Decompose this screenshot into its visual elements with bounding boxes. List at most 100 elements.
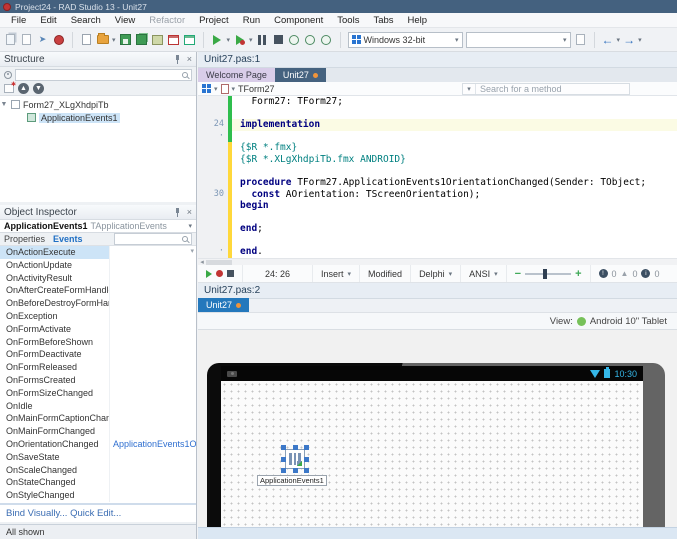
event-row[interactable]: OnBeforeDestroyFormHandle — [0, 297, 196, 310]
inspector-quick-links[interactable]: Bind Visually... Quick Edit... — [0, 503, 196, 522]
event-row[interactable]: OnActivityResult — [0, 272, 196, 285]
event-row[interactable]: OnActionExecute▾ — [0, 246, 196, 259]
zoom-in-button[interactable]: + — [575, 268, 581, 280]
navigate-back-dropdown[interactable]: ▾ — [617, 36, 621, 44]
code-line[interactable]: 24implementation — [198, 119, 677, 131]
tab-events[interactable]: Events — [53, 234, 83, 244]
menu-refactor[interactable]: Refactor — [142, 13, 192, 28]
menu-edit[interactable]: Edit — [33, 13, 63, 28]
run-icon[interactable] — [206, 270, 212, 278]
tab-welcome-page[interactable]: Welcome Page — [198, 68, 275, 82]
event-row[interactable]: OnFormsCreated — [0, 374, 196, 387]
menu-tools[interactable]: Tools — [330, 13, 366, 28]
menu-component[interactable]: Component — [267, 13, 330, 28]
resize-handle[interactable] — [281, 445, 286, 450]
target-selector[interactable]: ▾ — [466, 32, 571, 48]
menu-view[interactable]: View — [108, 13, 142, 28]
run-until-return-button[interactable] — [320, 33, 333, 46]
run-dropdown[interactable]: ▾ — [227, 36, 231, 44]
event-row[interactable]: OnFormDeactivate — [0, 348, 196, 361]
event-row[interactable]: OnMainFormCaptionChanged — [0, 412, 196, 425]
menu-help[interactable]: Help — [401, 13, 435, 28]
pin-icon[interactable] — [174, 208, 182, 217]
open-project-button[interactable] — [20, 33, 33, 46]
method-search-combo[interactable]: ▾ Search for a method — [462, 83, 630, 95]
design-surface[interactable]: ApplicationEvents1 — [221, 381, 643, 527]
language-selector[interactable]: Delphi ▾ — [411, 265, 461, 282]
trace-into-button[interactable] — [288, 33, 301, 46]
view-unit-button[interactable] — [183, 33, 196, 46]
platform-selector[interactable]: Windows 32-bit ▾ — [348, 32, 463, 48]
save-all-button[interactable] — [135, 33, 148, 46]
menu-file[interactable]: File — [4, 13, 33, 28]
resize-handle[interactable] — [304, 468, 309, 473]
event-row[interactable]: OnFormSizeChanged — [0, 387, 196, 400]
tree-node-form[interactable]: ▼ Form27_XLgXhdpiTb — [0, 98, 196, 111]
pause-button[interactable] — [256, 33, 269, 46]
uses-view-icon[interactable] — [202, 84, 211, 93]
event-row[interactable]: OnFormBeforeShown — [0, 336, 196, 349]
event-row[interactable]: OnScaleChanged — [0, 464, 196, 477]
zoom-slider[interactable] — [525, 273, 571, 275]
menu-project[interactable]: Project — [192, 13, 236, 28]
event-row[interactable]: OnActionUpdate — [0, 259, 196, 272]
view-selector[interactable]: Android 10" Tablet — [590, 316, 667, 327]
code-editor[interactable]: Form27: TForm27;24implementation·{$R *.f… — [198, 96, 677, 258]
save-project-button[interactable] — [151, 33, 164, 46]
code-line[interactable] — [198, 235, 677, 247]
resize-handle[interactable] — [281, 457, 286, 462]
encoding-selector[interactable]: ANSI ▾ — [461, 265, 507, 282]
unit-file-chevron[interactable]: ▾ — [232, 85, 236, 93]
zoom-out-button[interactable]: − — [515, 268, 521, 280]
view-form-button[interactable] — [167, 33, 180, 46]
pin-icon[interactable] — [174, 55, 182, 64]
code-line[interactable]: begin — [198, 200, 677, 212]
resize-handle[interactable] — [304, 445, 309, 450]
code-line[interactable]: procedure TForm27.ApplicationEvents1Orie… — [198, 177, 677, 189]
run-no-debug-dropdown[interactable]: ▾ — [249, 36, 253, 44]
navigate-back-button[interactable]: ← — [602, 34, 614, 46]
stop-button[interactable] — [272, 33, 285, 46]
stop-icon[interactable] — [227, 270, 234, 277]
inspector-search-input[interactable] — [114, 233, 192, 245]
run-button[interactable] — [211, 33, 224, 46]
event-row[interactable]: OnMainFormChanged — [0, 425, 196, 438]
run-no-debug-button[interactable] — [233, 33, 246, 46]
event-row[interactable]: OnFormActivate — [0, 323, 196, 336]
tab-unit27[interactable]: Unit27 — [275, 68, 326, 82]
device-manager-button[interactable] — [574, 33, 587, 46]
close-icon[interactable]: × — [187, 55, 192, 64]
object-selector[interactable]: ApplicationEvents1 TApplicationEvents ▾ — [0, 220, 196, 233]
resize-handle[interactable] — [304, 457, 309, 462]
code-line[interactable] — [198, 108, 677, 120]
event-row[interactable]: OnOrientationChangedApplicationEvents1Or… — [0, 438, 196, 451]
method-search-chevron[interactable]: ▾ — [463, 84, 476, 94]
code-line[interactable]: · — [198, 131, 677, 143]
new-file-button[interactable] — [80, 33, 93, 46]
tab-properties[interactable]: Properties — [4, 234, 45, 244]
code-line[interactable] — [198, 212, 677, 224]
event-row[interactable]: OnStyleChanged — [0, 489, 196, 502]
navigate-forward-button[interactable]: → — [623, 34, 635, 46]
resize-handle[interactable] — [293, 445, 298, 450]
unit-file-icon[interactable] — [221, 84, 229, 94]
record-icon[interactable] — [216, 270, 223, 277]
resize-handle[interactable] — [293, 468, 298, 473]
open-dropdown[interactable]: ▾ — [112, 36, 116, 44]
event-row[interactable]: OnStateChanged — [0, 476, 196, 489]
code-line[interactable]: {$R *.XLgXhdpiTb.fmx ANDROID} — [198, 154, 677, 166]
move-down-button[interactable]: ▼ — [33, 83, 44, 94]
step-over-button[interactable] — [304, 33, 317, 46]
menu-search[interactable]: Search — [64, 13, 108, 28]
tab-unit27-design[interactable]: Unit27 — [198, 298, 249, 312]
structure-search-input[interactable] — [15, 69, 192, 81]
collapse-icon[interactable]: ▼ — [0, 101, 8, 108]
event-row[interactable]: OnIdle — [0, 400, 196, 413]
save-button[interactable] — [119, 33, 132, 46]
menu-tabs[interactable]: Tabs — [366, 13, 400, 28]
close-icon[interactable]: × — [187, 208, 192, 217]
navigate-forward-dropdown[interactable]: ▾ — [638, 36, 642, 44]
code-line[interactable]: ·end. — [198, 246, 677, 258]
tree-node-component[interactable]: ApplicationEvents1 — [0, 111, 196, 124]
getit-button[interactable] — [52, 33, 65, 46]
